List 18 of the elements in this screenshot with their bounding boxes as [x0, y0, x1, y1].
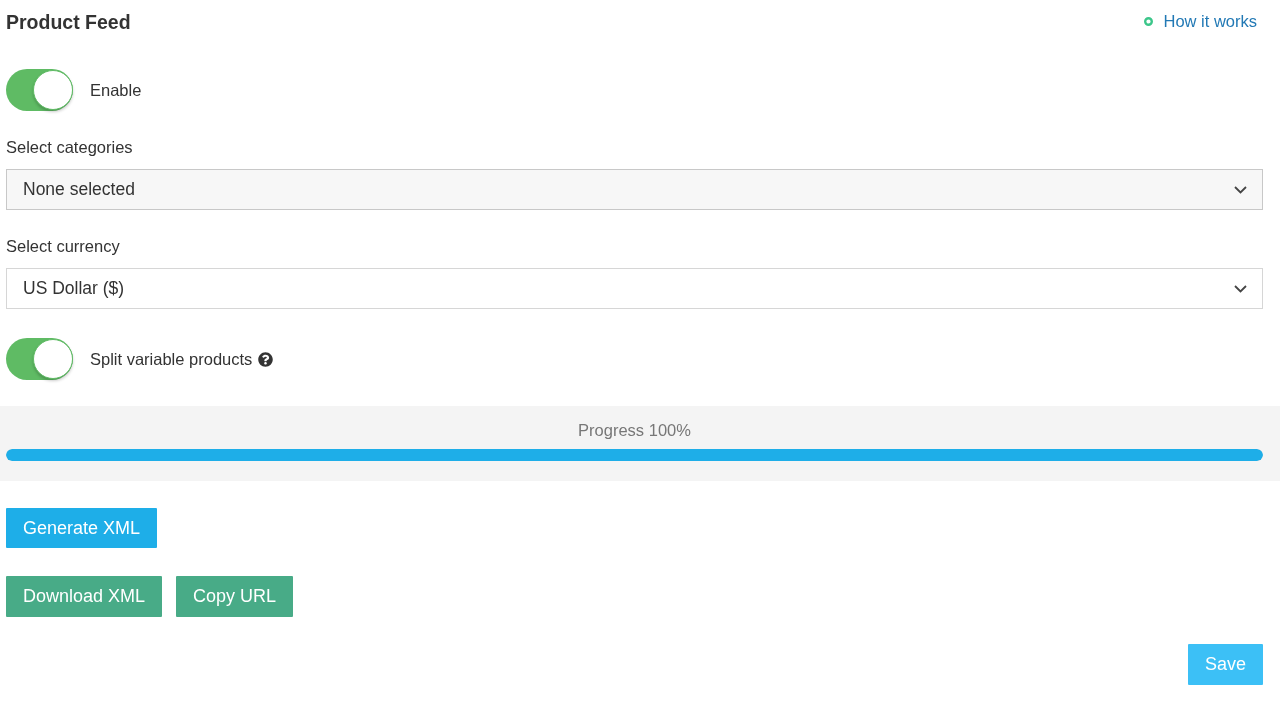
toggle-switch[interactable]	[6, 338, 73, 380]
dropdown-field[interactable]: US Dollar ($)	[6, 268, 1263, 309]
dropdown-field[interactable]: None selected	[6, 169, 1263, 210]
field-label: Select currency	[6, 236, 121, 256]
ring-icon	[1144, 16, 1154, 26]
page-title: Product Feed	[6, 10, 131, 34]
chevron-down-icon	[1234, 284, 1247, 293]
field-label: Select categories	[6, 137, 134, 157]
toggle-switch[interactable]	[6, 69, 73, 111]
toggle-label: Split variable products	[90, 349, 253, 370]
help-link[interactable]: How it works	[1144, 10, 1257, 32]
progress-label: Progress 100%	[577, 420, 692, 440]
action-button[interactable]: Copy URL	[176, 576, 294, 617]
toggle-label: Enable	[90, 80, 142, 101]
action-button[interactable]: Generate XML	[6, 508, 158, 548]
action-button[interactable]: Download XML	[6, 576, 163, 617]
save-button[interactable]: Save	[1187, 644, 1263, 685]
chevron-down-icon	[1234, 185, 1247, 194]
